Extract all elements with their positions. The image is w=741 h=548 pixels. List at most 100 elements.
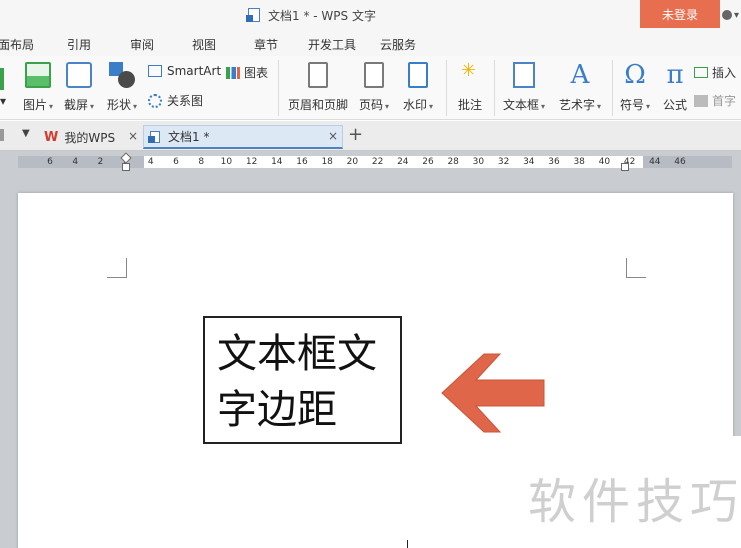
chart-label: 图表: [244, 66, 269, 80]
tab-cloud[interactable]: 云服务: [380, 36, 416, 53]
ruler-tick-label: 2: [97, 157, 104, 167]
right-indent-marker[interactable]: [621, 163, 629, 171]
watermark-button[interactable]: 水印 ▾: [400, 56, 436, 113]
user-icon: [722, 10, 732, 20]
text-box[interactable]: 文本框文 字边距: [203, 316, 402, 444]
window-title: 文档1 * - WPS 文字: [246, 6, 376, 24]
tab-references[interactable]: 引用: [67, 36, 91, 53]
watermark-text: 软件技巧: [528, 474, 741, 530]
tab-developer[interactable]: 开发工具: [308, 36, 356, 53]
title-bar: 文档1 * - WPS 文字 未登录 ▾: [0, 0, 741, 30]
ruler-tick-label: 38: [573, 157, 585, 167]
pi-icon: π: [666, 60, 684, 90]
window-title-text: 文档1 * - WPS 文字: [268, 8, 376, 23]
tab-document-label: 文档1 *: [168, 130, 210, 144]
comment-button[interactable]: 批注: [455, 56, 485, 113]
omega-icon: Ω: [624, 60, 646, 90]
partial-icon: [0, 68, 4, 90]
screenshot-icon: [66, 62, 92, 88]
shape-button[interactable]: 形状 ▾: [103, 56, 141, 113]
symbol-button[interactable]: Ω 符号 ▾: [617, 56, 653, 113]
ruler-tick-label: 44: [649, 157, 661, 167]
textbox-button[interactable]: 文本框 ▾: [500, 56, 548, 113]
picture-button[interactable]: 图片 ▾: [18, 56, 58, 113]
site-watermark: 软件技巧: [508, 436, 741, 548]
ruler-tick-label: 40: [598, 157, 611, 167]
comment-icon: [457, 60, 483, 88]
smartart-label: SmartArt: [167, 64, 222, 78]
tab-my-wps-label: 我的WPS: [64, 130, 116, 145]
text-cursor: [407, 540, 408, 548]
ruler-tick-label: 18: [321, 157, 333, 167]
symbol-label: 符号: [619, 98, 644, 112]
ruler-tick-label: 12: [245, 157, 258, 167]
relation-icon: [148, 93, 162, 108]
caret-icon: ▾: [0, 94, 7, 108]
picture-label: 图片: [22, 98, 47, 112]
textbox-label: 文本框: [502, 98, 539, 112]
comment-label: 批注: [457, 98, 482, 112]
tab-view[interactable]: 视图: [192, 36, 216, 53]
login-button[interactable]: 未登录: [640, 0, 720, 28]
ribbon-separator: [278, 60, 279, 116]
ribbon-separator: [446, 60, 447, 116]
chevron-down-icon: ▾: [734, 9, 740, 21]
header-footer-button[interactable]: 页眉和页脚: [287, 56, 349, 113]
ruler-tick-label: 4: [72, 157, 79, 167]
ribbon-separator: [494, 60, 495, 116]
page-number-icon: [364, 62, 384, 88]
tab-my-wps[interactable]: W 我的WPS: [40, 125, 140, 149]
textbox-icon: [513, 62, 535, 88]
smartart-button[interactable]: SmartArt: [148, 64, 221, 78]
tab-section[interactable]: 章节: [254, 36, 278, 53]
shape-label: 形状: [106, 98, 131, 112]
wordart-icon: A: [570, 60, 590, 90]
page-number-label: 页码: [358, 98, 383, 112]
header-footer-label: 页眉和页脚: [287, 98, 348, 112]
formula-label: 公式: [662, 98, 687, 112]
page-number-button[interactable]: 页码 ▾: [356, 56, 392, 113]
ruler-tick-label: 10: [220, 157, 233, 167]
close-icon[interactable]: ×: [128, 129, 138, 143]
left-indent-marker[interactable]: [122, 163, 130, 171]
close-icon[interactable]: ×: [328, 129, 338, 143]
ruler-tick-label: 16: [296, 157, 308, 167]
ruler-tick-label: 4: [147, 157, 154, 167]
insert-number-icon: [694, 67, 708, 78]
relation-button[interactable]: 关系图: [148, 92, 203, 109]
screenshot-label: 截屏: [63, 98, 88, 112]
watermark-label: 水印: [402, 98, 427, 112]
wordart-button[interactable]: A 艺术字 ▾: [556, 56, 604, 113]
add-tab-button[interactable]: +: [348, 124, 363, 145]
text-box-content[interactable]: 文本框文 字边距: [217, 326, 400, 438]
header-footer-icon: [308, 62, 328, 88]
dropcap-button[interactable]: 首字: [694, 92, 736, 109]
document-icon: [148, 130, 160, 143]
tab-list-chevron-icon[interactable]: ▼: [22, 128, 30, 139]
ruler-tick-label: 14: [271, 157, 283, 167]
wps-logo-icon: W: [44, 129, 59, 145]
page-margin-corner-left: [107, 258, 127, 278]
chart-button[interactable]: 图表: [226, 64, 268, 81]
user-menu[interactable]: ▾: [722, 6, 741, 24]
ruler-tick-label: 32: [497, 157, 510, 167]
tab-page-layout[interactable]: 面布局: [0, 36, 34, 53]
ruler-tick-label: 26: [422, 157, 434, 167]
relation-label: 关系图: [167, 94, 204, 108]
tab-document[interactable]: 文档1 *: [143, 125, 343, 149]
ruler-tick-label: 8: [198, 157, 205, 167]
ruler-tick-label: 6: [47, 157, 53, 167]
document-tab-bar: ▼ W 我的WPS × 文档1 * × +: [0, 121, 741, 151]
screenshot-button[interactable]: 截屏 ▾: [60, 56, 98, 113]
tab-review[interactable]: 审阅: [130, 36, 154, 53]
smartart-icon: [148, 65, 162, 77]
arrow-left-icon: [441, 353, 545, 433]
ruler-text-area: [144, 156, 643, 168]
formula-button[interactable]: π 公式: [660, 56, 690, 113]
page-margin-corner-right: [626, 258, 646, 278]
insert-button[interactable]: 插入: [694, 64, 736, 81]
ruler-tick-label: 28: [447, 157, 459, 167]
picture-icon: [25, 62, 51, 88]
ruler-tick-label: 30: [472, 157, 485, 167]
tab-scroll-left-icon[interactable]: [0, 129, 4, 141]
